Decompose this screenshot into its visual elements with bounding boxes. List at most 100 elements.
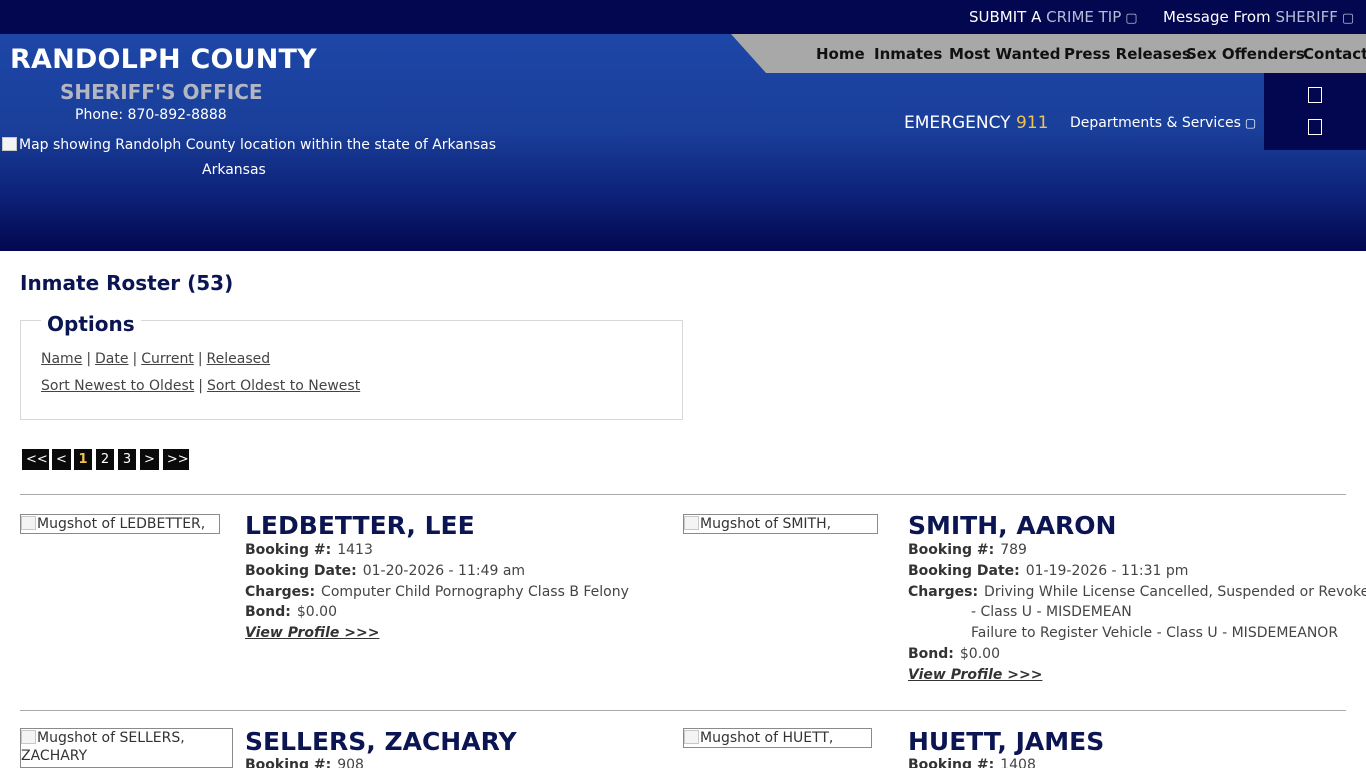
nav-home[interactable]: Home	[816, 45, 865, 63]
pager-page-3[interactable]: 3	[118, 449, 136, 470]
bond: Bond: $0.00	[245, 604, 337, 620]
separator: |	[86, 351, 92, 367]
bond-label: Bond:	[245, 604, 291, 620]
nav-sex-offenders[interactable]: Sex Offenders	[1186, 45, 1305, 63]
county-map-image: Map showing Randolph County location wit…	[2, 137, 496, 153]
booking-date: Booking Date: 01-20-2026 - 11:49 am	[245, 563, 525, 579]
header-side-panel	[1264, 73, 1366, 150]
pagination: << <1 2 3 > >>	[22, 449, 190, 470]
submit-crime-tip-link[interactable]: SUBMIT A CRIME TIP ▢	[969, 8, 1138, 26]
chevron-down-icon: ▢	[1244, 116, 1257, 130]
charge-line: Driving While License Cancelled, Suspend…	[984, 584, 1366, 600]
emergency-number: EMERGENCY 911	[904, 113, 1048, 133]
sort-order-row: Sort Newest to Oldest | Sort Oldest to New…	[41, 378, 360, 394]
mugshot-image[interactable]: Mugshot of SMITH, AARON	[683, 514, 878, 534]
sort-by-name-link[interactable]: Name	[41, 351, 82, 367]
booking-number-value: 1408	[1000, 757, 1036, 768]
pager-prev[interactable]: <	[52, 449, 71, 470]
nav-most-wanted[interactable]: Most Wanted	[949, 45, 1060, 63]
charge-line: - Class U - MISDEMEAN	[971, 604, 1132, 620]
broken-image-icon	[2, 137, 17, 151]
booking-date-label: Booking Date:	[908, 563, 1020, 579]
site-title[interactable]: RANDOLPH COUNTY	[10, 44, 317, 75]
booking-number-value: 908	[337, 757, 364, 768]
booking-number-value: 789	[1000, 542, 1027, 558]
booking-date-value: 01-19-2026 - 11:31 pm	[1025, 563, 1189, 579]
mugshot-image[interactable]: Mugshot of HUETT, JAMES	[683, 728, 872, 748]
pager-first[interactable]: <<	[22, 449, 49, 470]
inmate-name[interactable]: HUETT, JAMES	[908, 727, 1104, 756]
sort-by-date-link[interactable]: Date	[95, 351, 128, 367]
external-link-icon: ▢	[1125, 11, 1138, 26]
departments-services-menu[interactable]: Departments & Services ▢	[1070, 115, 1256, 131]
mugshot-alt: Mugshot of SELLERS, ZACHARY	[21, 730, 185, 764]
pager-page-1[interactable]: 1	[74, 449, 92, 470]
bond-label: Bond:	[908, 646, 954, 662]
separator: |	[132, 351, 138, 367]
crime-tip-prefix: SUBMIT A	[969, 8, 1042, 26]
sort-oldest-link[interactable]: Sort Oldest to Newest	[207, 378, 360, 394]
filter-released-link[interactable]: Released	[207, 351, 271, 367]
bond-value: $0.00	[296, 604, 337, 620]
menu-icon[interactable]	[1308, 87, 1322, 103]
nav-press-releases[interactable]: Press Releases	[1064, 45, 1191, 63]
booking-number: Booking #: 1413	[245, 542, 373, 558]
mugshot-alt: Mugshot of LEDBETTER, LEE	[37, 516, 206, 532]
mugshot-image[interactable]: Mugshot of SELLERS, ZACHARY	[20, 728, 233, 768]
separator: |	[197, 351, 203, 367]
broken-image-icon	[21, 730, 36, 744]
booking-date-value: 01-20-2026 - 11:49 am	[362, 563, 526, 579]
emergency-label: EMERGENCY	[904, 113, 1011, 133]
separator: |	[198, 378, 203, 394]
filter-current-link[interactable]: Current	[141, 351, 194, 367]
divider	[20, 494, 1346, 495]
phone-number: Phone: 870-892-8888	[75, 107, 227, 123]
booking-number-label: Booking #:	[245, 757, 332, 768]
departments-label: Departments & Services	[1070, 115, 1241, 131]
top-utility-bar: SUBMIT A CRIME TIP ▢ Message From SHERIFF…	[0, 0, 1366, 34]
booking-date-label: Booking Date:	[245, 563, 357, 579]
sheriff-prefix: Message From	[1163, 8, 1271, 26]
map-alt-text: Map showing Randolph County location wit…	[19, 137, 497, 153]
divider	[20, 710, 1346, 711]
view-profile-link[interactable]: View Profile >>>	[245, 625, 379, 641]
pager-last[interactable]: >>	[162, 449, 189, 470]
site-subtitle: SHERIFF'S OFFICE	[60, 80, 263, 104]
bond-value: $0.00	[959, 646, 1000, 662]
inmate-name[interactable]: SMITH, AARON	[908, 511, 1116, 540]
search-icon[interactable]	[1308, 119, 1322, 135]
message-from-sheriff-link[interactable]: Message From SHERIFF ▢	[1163, 8, 1354, 26]
nav-contact[interactable]: Contact	[1303, 45, 1366, 63]
booking-number: Booking #: 1408	[908, 757, 1036, 768]
charges: Charges: Computer Child Pornography Class…	[245, 584, 629, 600]
sort-filter-row: Name | Date | Current | Released	[41, 351, 270, 367]
broken-image-icon	[684, 516, 699, 530]
booking-number: Booking #: 908	[245, 757, 364, 768]
broken-image-icon	[21, 516, 36, 530]
booking-number-value: 1413	[337, 542, 373, 558]
nav-inmates[interactable]: Inmates	[874, 45, 942, 63]
charges: Charges: Driving While License Cancelled,…	[908, 584, 1366, 600]
options-title: Options	[41, 312, 141, 336]
pager-page-2[interactable]: 2	[96, 449, 114, 470]
broken-image-icon	[684, 730, 699, 744]
booking-number-label: Booking #:	[245, 542, 332, 558]
booking-number-label: Booking #:	[908, 542, 995, 558]
external-link-icon: ▢	[1341, 11, 1355, 26]
view-profile-link[interactable]: View Profile >>>	[908, 667, 1042, 683]
mugshot-alt: Mugshot of SMITH, AARON	[700, 516, 832, 532]
inmate-name[interactable]: LEDBETTER, LEE	[245, 511, 475, 540]
booking-date: Booking Date: 01-19-2026 - 11:31 pm	[908, 563, 1188, 579]
sort-newest-link[interactable]: Sort Newest to Oldest	[41, 378, 194, 394]
main-navigation: Home Inmates Most Wanted Press Releases …	[731, 34, 1366, 73]
site-header: RANDOLPH COUNTY SHERIFF'S OFFICE Phone: …	[0, 34, 1366, 251]
charge-line: Computer Child Pornography Class B Felon…	[321, 584, 629, 600]
sheriff-accent: SHERIFF	[1275, 8, 1338, 26]
bond: Bond: $0.00	[908, 646, 1000, 662]
charge-line: Failure to Register Vehicle - Class U - …	[971, 625, 1339, 641]
inmate-name[interactable]: SELLERS, ZACHARY	[245, 727, 517, 756]
mugshot-image[interactable]: Mugshot of LEDBETTER, LEE	[20, 514, 220, 534]
mugshot-alt: Mugshot of HUETT, JAMES	[700, 730, 834, 746]
booking-number-label: Booking #:	[908, 757, 995, 768]
pager-next[interactable]: >	[140, 449, 159, 470]
